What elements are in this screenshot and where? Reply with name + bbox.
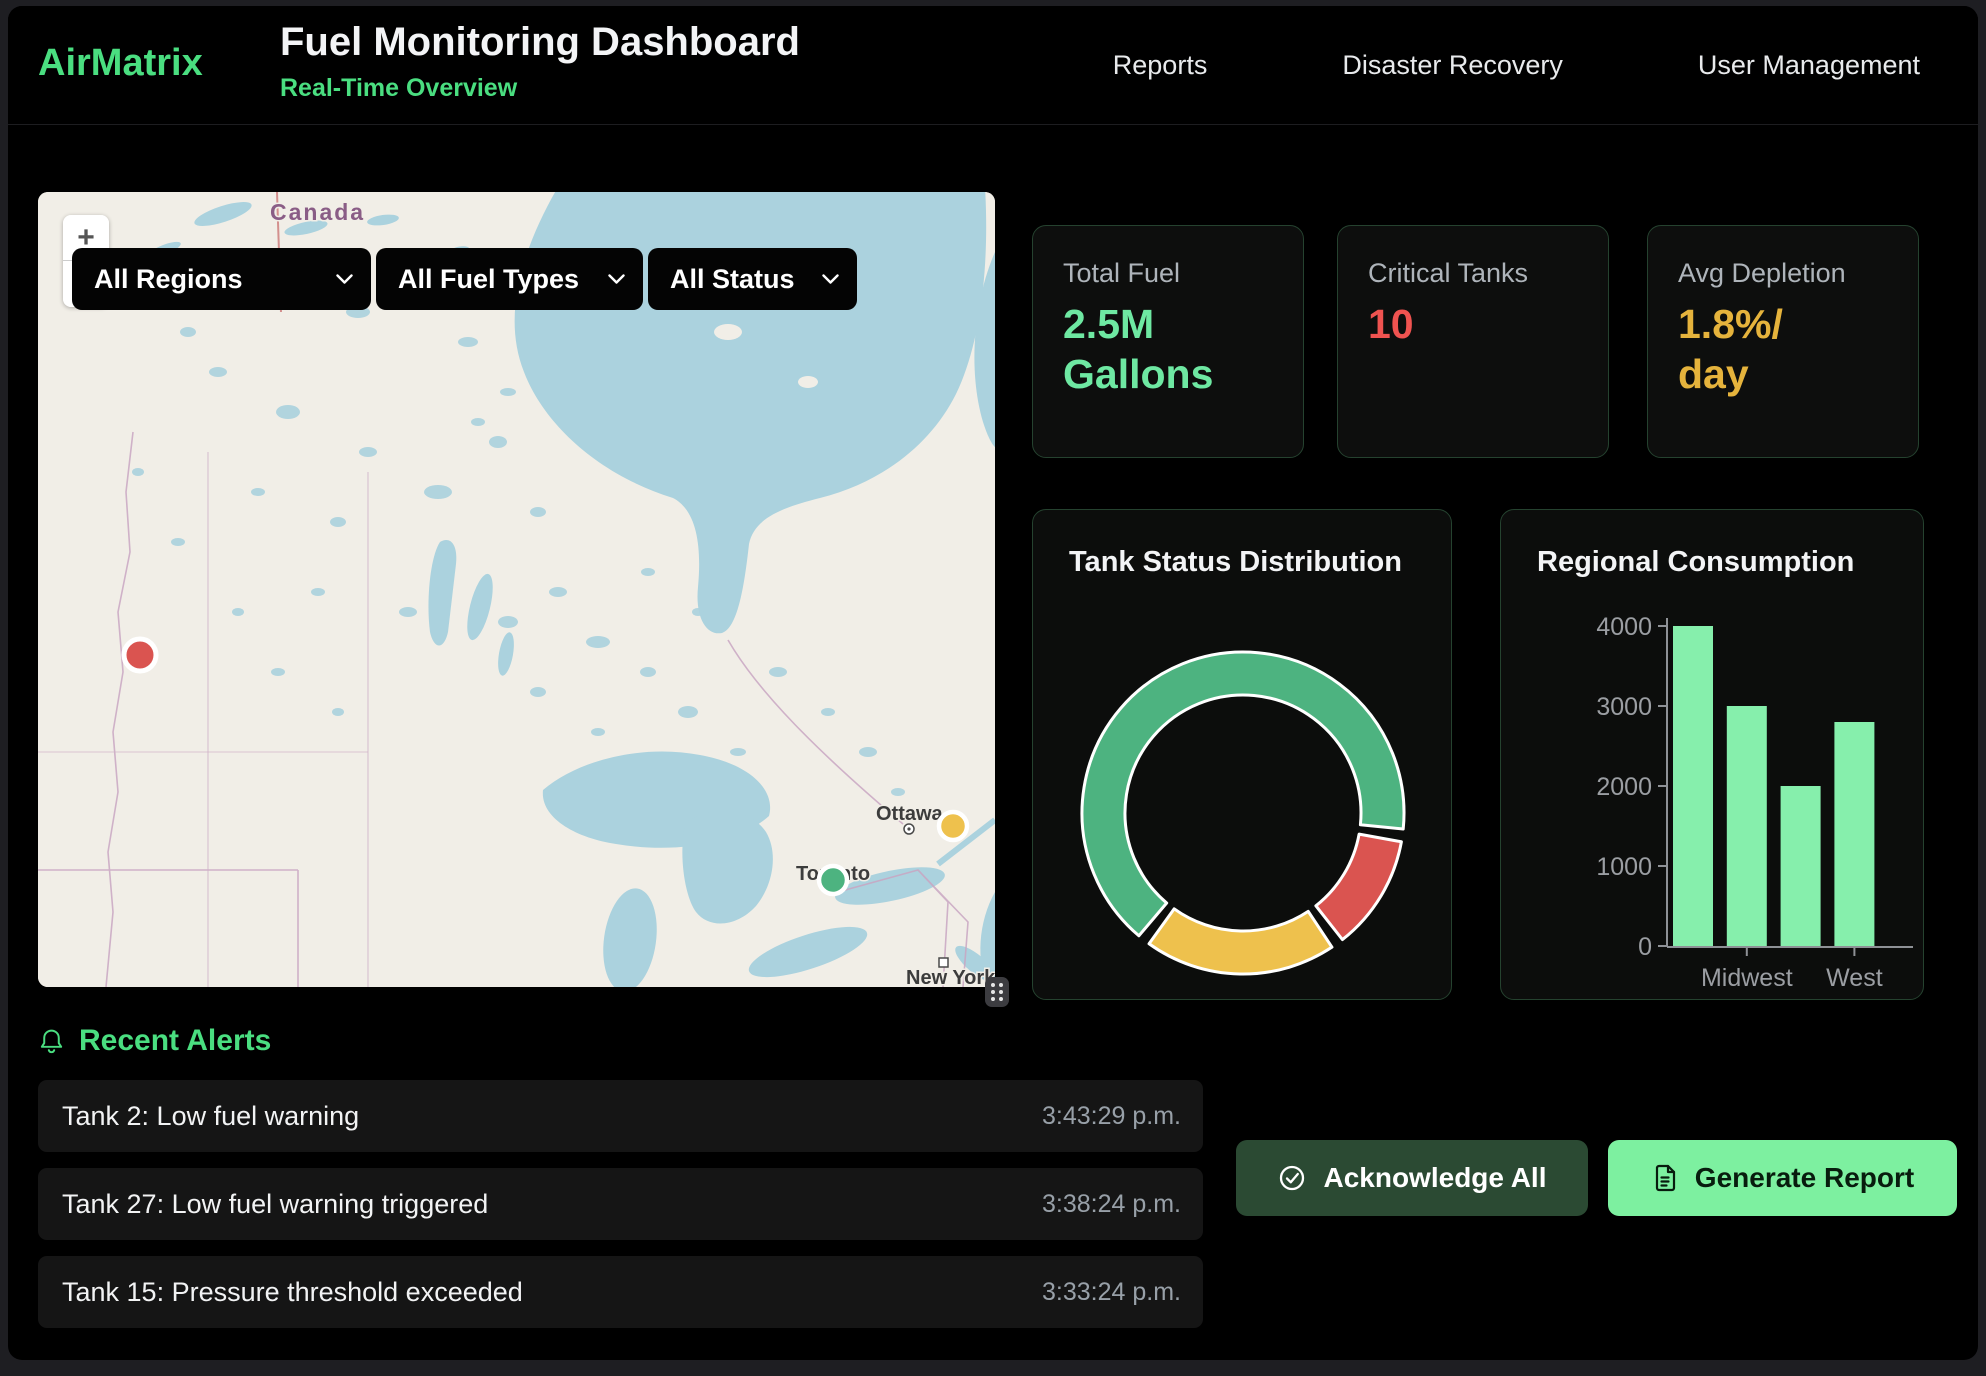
acknowledge-all-label: Acknowledge All bbox=[1323, 1162, 1546, 1194]
fuel-types-dropdown-value: All Fuel Types bbox=[398, 264, 579, 295]
chevron-down-icon bbox=[822, 274, 839, 285]
map-marker-critical[interactable] bbox=[124, 639, 156, 671]
donut-slice-warning bbox=[1149, 909, 1332, 974]
dashboard: AirMatrix Fuel Monitoring Dashboard Real… bbox=[8, 6, 1978, 1360]
tank-status-card: Tank Status Distribution bbox=[1032, 509, 1452, 1000]
map-canvas: Canada Ottawa Toronto New York bbox=[38, 192, 995, 987]
document-icon bbox=[1651, 1163, 1679, 1193]
bar-3 bbox=[1834, 722, 1874, 946]
status-dropdown-value: All Status bbox=[670, 264, 795, 295]
brand-logo[interactable]: AirMatrix bbox=[38, 42, 203, 85]
bar-0 bbox=[1673, 626, 1713, 946]
alert-row: Tank 27: Low fuel warning triggered 3:38… bbox=[38, 1168, 1203, 1240]
map-resize-handle[interactable] bbox=[985, 977, 1009, 1007]
svg-text:Midwest: Midwest bbox=[1701, 964, 1793, 992]
stat-value: 1.8%/day bbox=[1678, 299, 1888, 399]
map-label-new-york: New York bbox=[906, 967, 995, 987]
regions-dropdown[interactable]: All Regions bbox=[72, 248, 371, 310]
chevron-down-icon bbox=[336, 274, 353, 285]
generate-report-button[interactable]: Generate Report bbox=[1608, 1140, 1957, 1216]
map-filters: All Regions All Fuel Types All Status bbox=[72, 248, 857, 310]
stat-card-avg-depletion: Avg Depletion 1.8%/day bbox=[1647, 225, 1919, 458]
alert-time: 3:33:24 p.m. bbox=[1042, 1278, 1181, 1307]
bar-2 bbox=[1781, 786, 1821, 946]
nav-user-management[interactable]: User Management bbox=[1698, 50, 1920, 81]
alert-message: Tank 2: Low fuel warning bbox=[62, 1101, 359, 1132]
header: AirMatrix Fuel Monitoring Dashboard Real… bbox=[8, 6, 1978, 125]
svg-text:4000: 4000 bbox=[1596, 613, 1652, 641]
acknowledge-all-button[interactable]: Acknowledge All bbox=[1236, 1140, 1588, 1216]
generate-report-label: Generate Report bbox=[1695, 1162, 1914, 1194]
page-title: Fuel Monitoring Dashboard bbox=[280, 20, 800, 65]
alert-time: 3:43:29 p.m. bbox=[1042, 1102, 1181, 1131]
alert-row: Tank 2: Low fuel warning 3:43:29 p.m. bbox=[38, 1080, 1203, 1152]
stat-label: Avg Depletion bbox=[1678, 258, 1888, 289]
recent-alerts-heading: Recent Alerts bbox=[38, 1024, 271, 1058]
map[interactable]: Canada Ottawa Toronto New York + − All R… bbox=[38, 192, 995, 987]
alert-message: Tank 15: Pressure threshold exceeded bbox=[62, 1277, 523, 1308]
map-marker-warning[interactable] bbox=[939, 812, 967, 840]
stat-value: 10 bbox=[1368, 299, 1578, 349]
page-subtitle: Real-Time Overview bbox=[280, 74, 517, 103]
alert-row: Tank 15: Pressure threshold exceeded 3:3… bbox=[38, 1256, 1203, 1328]
nav-reports[interactable]: Reports bbox=[1113, 50, 1208, 81]
stat-label: Critical Tanks bbox=[1368, 258, 1578, 289]
alert-message: Tank 27: Low fuel warning triggered bbox=[62, 1189, 488, 1220]
svg-text:1000: 1000 bbox=[1596, 853, 1652, 881]
tank-status-donut-chart bbox=[1033, 510, 1452, 1000]
chevron-down-icon bbox=[608, 274, 625, 285]
nav-disaster-recovery[interactable]: Disaster Recovery bbox=[1342, 50, 1563, 81]
regional-consumption-card: Regional Consumption 01000200030004000Mi… bbox=[1500, 509, 1924, 1000]
main-nav: Reports Disaster Recovery User Managemen… bbox=[1113, 6, 1920, 125]
map-marker-normal[interactable] bbox=[819, 866, 847, 894]
svg-text:2000: 2000 bbox=[1596, 773, 1652, 801]
map-label-country: Canada bbox=[270, 199, 365, 225]
bell-icon bbox=[38, 1027, 65, 1055]
regions-dropdown-value: All Regions bbox=[94, 264, 243, 295]
status-dropdown[interactable]: All Status bbox=[648, 248, 857, 310]
svg-text:West: West bbox=[1826, 964, 1883, 992]
stat-label: Total Fuel bbox=[1063, 258, 1273, 289]
stat-card-total-fuel: Total Fuel 2.5MGallons bbox=[1032, 225, 1304, 458]
recent-alerts-title: Recent Alerts bbox=[79, 1024, 271, 1058]
regional-consumption-bar-chart: 0 1000 2000 3000 4000 Midwest West bbox=[1501, 510, 1924, 1000]
bar-1 bbox=[1727, 706, 1767, 946]
fuel-types-dropdown[interactable]: All Fuel Types bbox=[376, 248, 643, 310]
stat-value: 2.5MGallons bbox=[1063, 299, 1273, 399]
donut-slice-critical bbox=[1316, 834, 1402, 940]
map-label-ottawa: Ottawa bbox=[876, 803, 944, 825]
svg-text:0: 0 bbox=[1638, 933, 1652, 961]
check-circle-icon bbox=[1277, 1163, 1307, 1193]
stat-card-critical-tanks: Critical Tanks 10 bbox=[1337, 225, 1609, 458]
svg-text:3000: 3000 bbox=[1596, 693, 1652, 721]
alert-time: 3:38:24 p.m. bbox=[1042, 1190, 1181, 1219]
